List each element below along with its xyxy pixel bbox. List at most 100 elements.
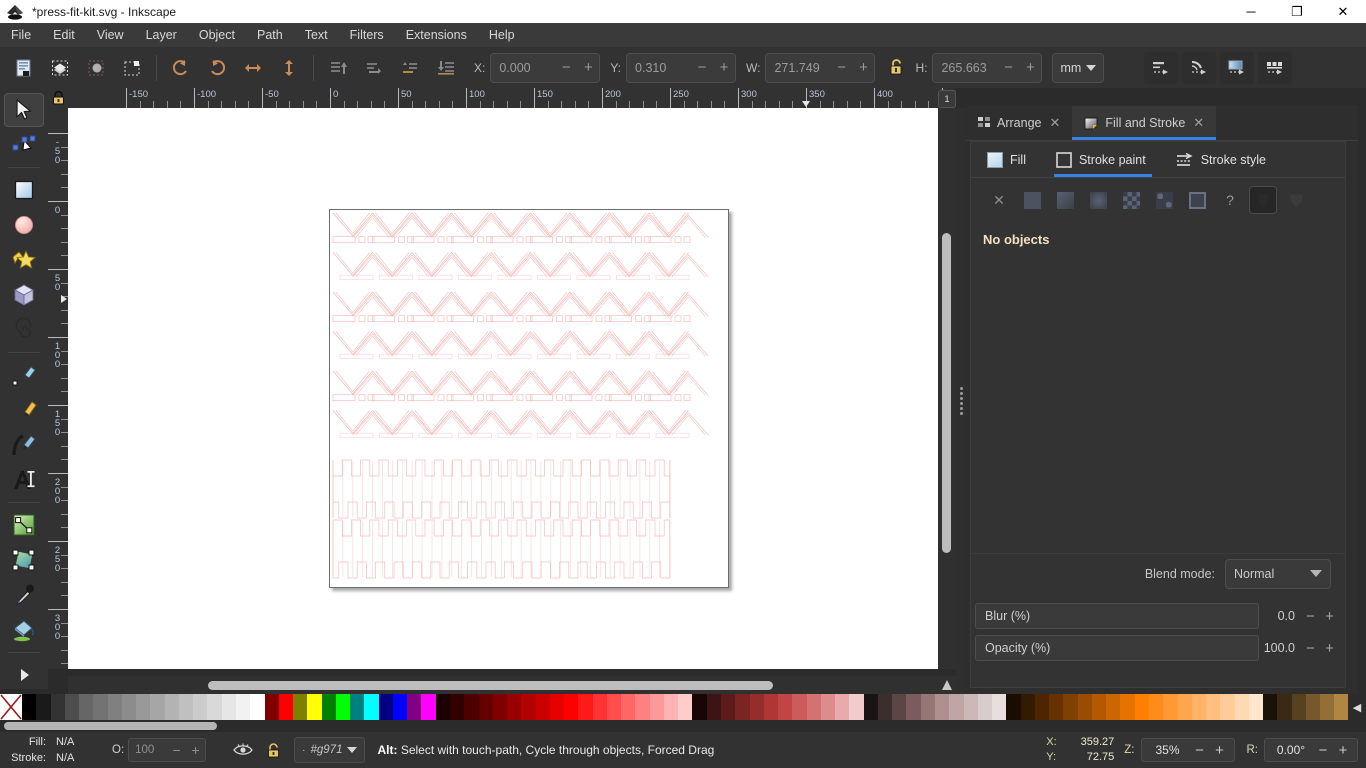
palette-swatch[interactable] <box>478 694 493 720</box>
sticky-zoom-badge[interactable]: 1 <box>938 90 956 108</box>
palette-swatch[interactable] <box>407 694 422 720</box>
palette-scrollbar[interactable] <box>0 720 1366 732</box>
palette-swatch[interactable] <box>50 694 65 720</box>
palette-swatch[interactable] <box>435 694 450 720</box>
palette-swatch[interactable] <box>763 694 779 720</box>
paint-swatch-button[interactable] <box>1150 186 1178 214</box>
status-opacity-spinbox[interactable]: 100 − + <box>128 738 207 762</box>
palette-swatch[interactable] <box>663 694 679 720</box>
unit-selector[interactable]: mm <box>1052 52 1105 83</box>
palette-swatch[interactable] <box>1220 694 1235 720</box>
blur-increment[interactable]: + <box>1320 608 1339 625</box>
palette-swatch[interactable] <box>378 694 393 720</box>
palette-swatch[interactable] <box>906 694 921 720</box>
pen-tool[interactable] <box>4 393 44 427</box>
x-decrement[interactable]: − <box>555 53 578 82</box>
rectangle-tool[interactable] <box>4 173 44 207</box>
palette-swatch[interactable] <box>421 694 436 720</box>
mesh-tool[interactable] <box>4 543 44 577</box>
palette-swatch[interactable] <box>606 694 622 720</box>
palette-swatch[interactable] <box>1020 694 1035 720</box>
affect-stroke-width-icon[interactable] <box>1144 51 1179 84</box>
palette-swatch[interactable] <box>521 694 536 720</box>
palette-swatch[interactable] <box>1063 694 1078 720</box>
menu-edit[interactable]: Edit <box>42 25 86 45</box>
palette-swatch[interactable] <box>1106 694 1121 720</box>
tab-arrange-close-icon[interactable]: ✕ <box>1049 115 1060 131</box>
3dbox-tool[interactable] <box>4 278 44 312</box>
y-spinbox[interactable]: 0.310 − + <box>626 52 737 83</box>
palette-swatch[interactable] <box>564 694 579 720</box>
paint-mesh-gradient-button[interactable] <box>1183 186 1211 214</box>
paint-pattern-button[interactable] <box>1117 186 1145 214</box>
palette-scroll-left-icon[interactable]: ◀ <box>1348 694 1366 720</box>
star-tool[interactable] <box>4 243 44 277</box>
blur-slider[interactable]: Blur (%) <box>975 603 1259 629</box>
palette-swatch[interactable] <box>1305 694 1321 720</box>
rotate-ccw-90-icon[interactable] <box>165 52 197 84</box>
palette-swatch[interactable] <box>1148 694 1164 720</box>
palette-swatch[interactable] <box>735 694 750 720</box>
drawing-canvas[interactable] <box>68 108 938 669</box>
palette-swatch[interactable] <box>221 694 236 720</box>
palette-swatch[interactable] <box>178 694 194 720</box>
ellipse-tool[interactable] <box>4 208 44 242</box>
palette-swatch[interactable] <box>706 694 722 720</box>
canvas-horizontal-scroll-thumb[interactable] <box>208 681 773 690</box>
layer-visibility-eye-icon[interactable] <box>228 743 258 757</box>
text-tool[interactable] <box>4 463 44 497</box>
menu-object[interactable]: Object <box>188 25 246 45</box>
status-opacity-value[interactable]: 100 <box>129 744 167 756</box>
flip-horizontal-icon[interactable] <box>237 52 269 84</box>
palette-swatch[interactable] <box>721 694 736 720</box>
palette-swatch[interactable] <box>107 694 122 720</box>
palette-swatch[interactable] <box>264 694 279 720</box>
menu-help[interactable]: Help <box>478 25 526 45</box>
palette-swatch[interactable] <box>1234 694 1249 720</box>
zoom-spinbox[interactable]: 35% − + <box>1140 738 1235 762</box>
palette-swatch[interactable] <box>449 694 465 720</box>
document-page[interactable] <box>329 209 729 588</box>
blend-mode-select[interactable]: Normal <box>1225 558 1331 589</box>
palette-swatch[interactable] <box>792 694 807 720</box>
flip-vertical-icon[interactable] <box>273 52 305 84</box>
fill-stroke-indicator[interactable]: Fill: N/A Stroke: N/A <box>0 734 100 766</box>
color-palette[interactable]: ◀ <box>0 694 1366 720</box>
palette-swatch[interactable] <box>692 694 707 720</box>
subtab-stroke-paint[interactable]: Stroke paint <box>1053 143 1160 177</box>
rotate-value[interactable]: 0.00° <box>1269 743 1313 757</box>
palette-swatch[interactable] <box>849 694 864 720</box>
subtab-fill[interactable]: Fill <box>985 143 1040 177</box>
palette-swatch[interactable] <box>977 694 993 720</box>
palette-swatch[interactable] <box>150 694 165 720</box>
palette-swatch[interactable] <box>293 694 308 720</box>
x-spinbox[interactable]: 0.000 − + <box>490 52 601 83</box>
palette-swatch[interactable] <box>749 694 764 720</box>
w-decrement[interactable]: − <box>830 53 853 82</box>
palette-swatch[interactable] <box>278 694 294 720</box>
palette-swatch[interactable] <box>1049 694 1064 720</box>
palette-swatch[interactable] <box>678 694 693 720</box>
layer-lock-icon[interactable] <box>258 742 288 759</box>
rotate-spinbox[interactable]: 0.00° − + <box>1264 738 1358 762</box>
palette-swatch[interactable] <box>535 694 550 720</box>
status-opacity-decrement[interactable]: − <box>167 742 186 758</box>
palette-swatch[interactable] <box>820 694 836 720</box>
palette-swatch[interactable] <box>649 694 664 720</box>
raise-one-step-icon[interactable] <box>358 52 390 84</box>
palette-swatch[interactable] <box>1177 694 1192 720</box>
palette-swatch[interactable] <box>1077 694 1092 720</box>
tab-arrange[interactable]: Arrange ✕ <box>966 106 1072 140</box>
palette-swatch[interactable] <box>36 694 51 720</box>
menu-file[interactable]: File <box>0 25 42 45</box>
palette-swatch[interactable] <box>920 694 935 720</box>
palette-swatch[interactable] <box>992 694 1007 720</box>
y-value[interactable]: 0.310 <box>627 53 692 82</box>
palette-scroll-thumb[interactable] <box>4 722 217 730</box>
menu-filters[interactable]: Filters <box>339 25 395 45</box>
tab-fill-and-stroke-close-icon[interactable]: ✕ <box>1193 115 1204 131</box>
palette-swatch[interactable] <box>863 694 878 720</box>
palette-swatch[interactable] <box>892 694 907 720</box>
palette-swatch[interactable] <box>1006 694 1021 720</box>
opacity-decrement[interactable]: − <box>1301 640 1320 657</box>
